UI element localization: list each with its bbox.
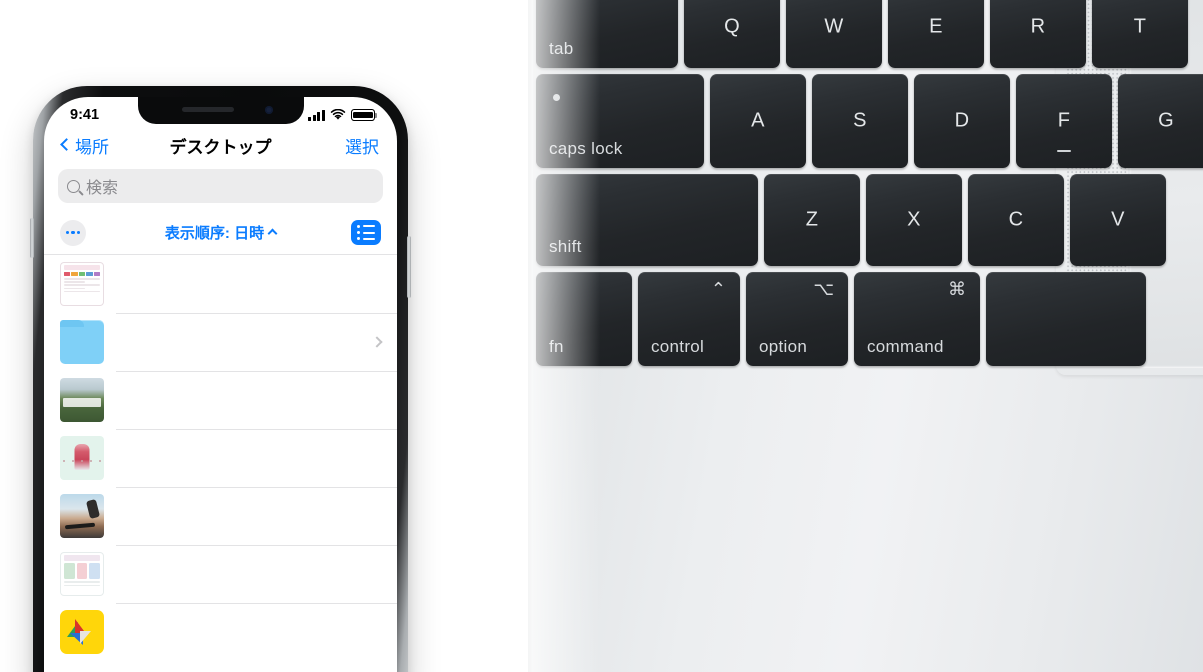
key-d[interactable]: D [914,74,1010,168]
chevron-left-icon [60,138,73,151]
key-q[interactable]: Q [684,0,780,68]
file-row[interactable] [44,545,397,603]
file-row[interactable] [44,255,397,313]
select-button[interactable]: 選択 [345,133,379,158]
key-label: G [1158,109,1174,132]
key-label: F [1057,109,1071,132]
key-control[interactable]: ⌃ control [638,272,740,366]
key-s[interactable]: S [812,74,908,168]
keyboard-row: fn⌃control⌥option⌘command [536,272,1146,366]
back-button[interactable]: 場所 [60,133,109,158]
key-label: Q [724,15,740,38]
folder-icon [60,320,104,364]
key-v[interactable]: V [1070,174,1166,266]
opera-document-icon [60,436,104,480]
side-button[interactable] [407,236,411,298]
key-c[interactable]: C [968,174,1064,266]
status-time: 9:41 [70,107,100,123]
wifi-icon [330,109,346,120]
volume-button[interactable] [30,218,34,258]
key-f[interactable]: F [1016,74,1112,168]
background-fade [400,0,600,672]
keyboard-row: caps lockASDFG [536,74,1203,168]
key-label: S [853,109,867,132]
key-label: W [824,15,844,38]
homing-bar-icon [1057,150,1071,152]
sort-order-label: 表示順序: 日時 [164,225,265,242]
key-label: X [907,208,921,231]
search-input[interactable]: 検索 [58,169,383,203]
key-label: option [759,337,808,356]
numbers-document-icon [60,262,104,306]
key-label: command [867,337,944,356]
key-z[interactable]: Z [764,174,860,266]
earpiece-speaker-icon [181,107,234,112]
sort-toolbar: 表示順序: 日時 [44,211,397,255]
chevron-right-icon [371,336,383,348]
key-label: Z [805,208,819,231]
list-view-toggle-button[interactable] [351,220,381,245]
key-t[interactable]: T [1092,0,1188,68]
file-row[interactable] [44,487,397,545]
garden-document-icon [60,552,104,596]
key-glyph-icon: ⌥ [813,279,834,299]
iceland-photo-icon [60,378,104,422]
key-command[interactable]: ⌘ command [854,272,980,366]
key-label: T [1133,15,1147,38]
key-r[interactable]: R [990,0,1086,68]
navigation-bar: 場所 デスクトップ 選択 [44,127,397,163]
key-glyph-icon: ⌃ [710,279,726,299]
search-placeholder: 検索 [86,180,119,197]
key-label: R [1030,15,1046,38]
origami-art-icon [60,610,104,654]
file-row[interactable] [44,429,397,487]
front-camera-icon [264,106,273,114]
sort-order-button[interactable]: 表示順序: 日時 [44,222,397,243]
search-icon [67,179,80,193]
iphone-device: 9:41 場所 デスクトップ 選択 検索 表示順序: 日時 [30,86,411,672]
battery-icon [351,109,378,121]
file-list[interactable] [44,255,397,661]
key-label: E [929,15,943,38]
key-w[interactable]: W [786,0,882,68]
more-options-button[interactable] [60,219,86,246]
key-x[interactable]: X [866,174,962,266]
keyboard-row: shiftZXCV [536,174,1166,266]
file-row[interactable] [44,603,397,661]
key-label: V [1111,208,1125,231]
key-e[interactable]: E [888,0,984,68]
macbook-body: tabQWERTcaps lockASDFGshiftZXCVfn⌃contro… [528,0,1203,672]
key-g[interactable]: G [1118,74,1203,168]
scene: tabQWERTcaps lockASDFGshiftZXCVfn⌃contro… [0,0,1203,672]
key-option[interactable]: ⌥ option [746,272,848,366]
key-glyph-icon: ⌘ [948,279,966,299]
skateboard-photo-icon [60,494,104,538]
iphone-screen: 9:41 場所 デスクトップ 選択 検索 表示順序: 日時 [44,97,397,672]
key-label: C [1008,208,1024,231]
cellular-bars-icon [308,109,325,121]
search-container: 検索 [44,163,397,211]
key-label: A [751,109,765,132]
key-space[interactable] [986,272,1146,366]
key-a[interactable]: A [710,74,806,168]
file-row[interactable] [44,371,397,429]
chevron-up-icon [267,228,278,239]
back-button-label: 場所 [75,137,109,157]
key-label: control [651,337,705,356]
notch [137,97,304,124]
status-indicators [308,109,378,121]
key-label: D [954,109,970,132]
keyboard-row: tabQWERT [536,0,1188,68]
file-row[interactable] [44,313,397,371]
